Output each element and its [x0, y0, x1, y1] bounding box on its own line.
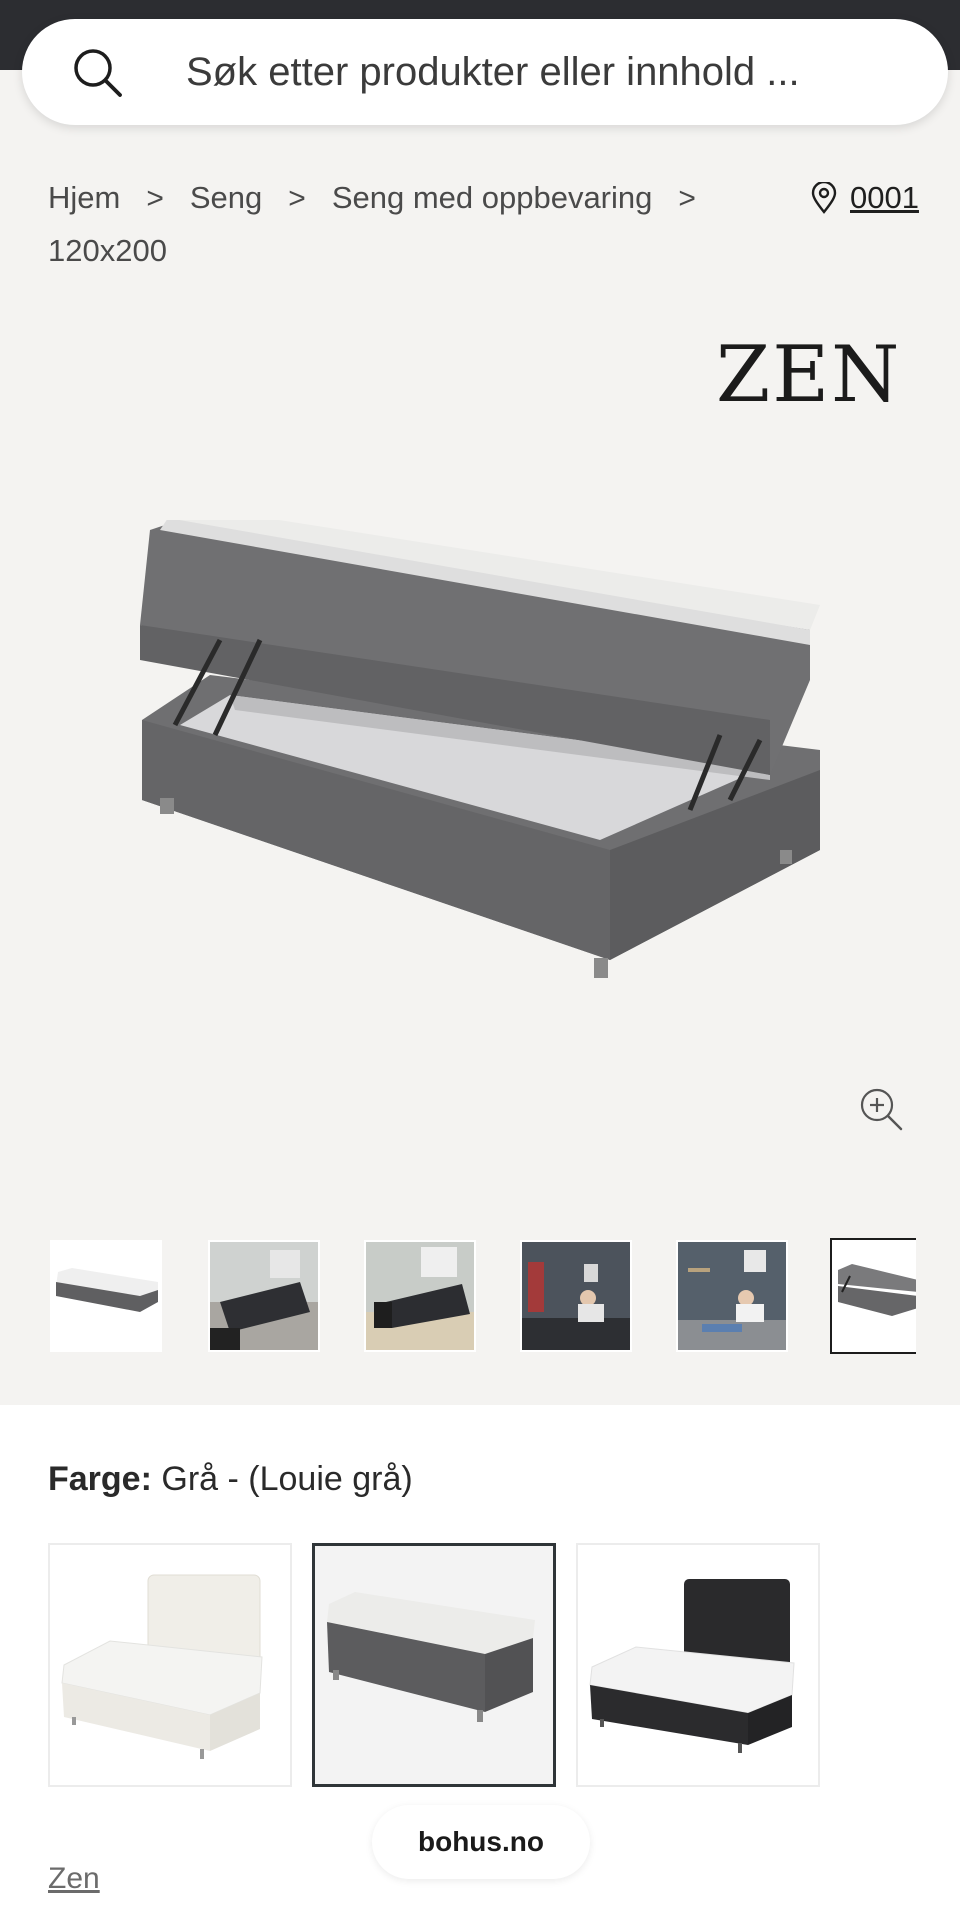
color-option-gray[interactable]	[312, 1543, 556, 1787]
color-selection-label: Farge: Grå - (Louie grå)	[48, 1460, 413, 1499]
color-option-white[interactable]	[48, 1543, 292, 1787]
breadcrumb-home[interactable]: Hjem	[48, 180, 120, 215]
chevron-right-icon: >	[678, 182, 696, 215]
product-main-image[interactable]	[120, 520, 840, 980]
store-number-link[interactable]: 0001	[850, 180, 919, 216]
search-bar[interactable]	[22, 19, 948, 125]
breadcrumb-seng[interactable]: Seng	[190, 180, 262, 215]
brand-link[interactable]: Zen	[48, 1862, 100, 1896]
search-icon[interactable]	[72, 47, 124, 99]
breadcrumb-current: 120x200	[48, 233, 167, 268]
search-input[interactable]	[186, 47, 886, 97]
thumbnail-strip	[48, 1238, 916, 1358]
brand-logo: ZEN	[716, 330, 902, 420]
thumbnail-1[interactable]	[50, 1240, 162, 1352]
thumbnail-3[interactable]	[364, 1240, 476, 1352]
chevron-right-icon: >	[146, 182, 164, 215]
thumbnail-2[interactable]	[208, 1240, 320, 1352]
color-value: Grå - (Louie grå)	[161, 1460, 413, 1498]
thumbnail-4[interactable]	[520, 1240, 632, 1352]
thumbnail-5[interactable]	[676, 1240, 788, 1352]
site-domain-badge: bohus.no	[372, 1805, 590, 1879]
color-option-black[interactable]	[576, 1543, 820, 1787]
zoom-in-icon[interactable]	[858, 1086, 904, 1132]
location-pin-icon	[811, 182, 837, 214]
thumbnail-6[interactable]	[830, 1238, 916, 1354]
color-label: Farge:	[48, 1460, 152, 1498]
breadcrumb-seng-med-oppbevaring[interactable]: Seng med oppbevaring	[332, 180, 653, 215]
chevron-right-icon: >	[288, 182, 306, 215]
store-selector[interactable]: 0001	[810, 176, 919, 220]
breadcrumb: Hjem > Seng > Seng med oppbevaring >120x200	[48, 172, 808, 277]
